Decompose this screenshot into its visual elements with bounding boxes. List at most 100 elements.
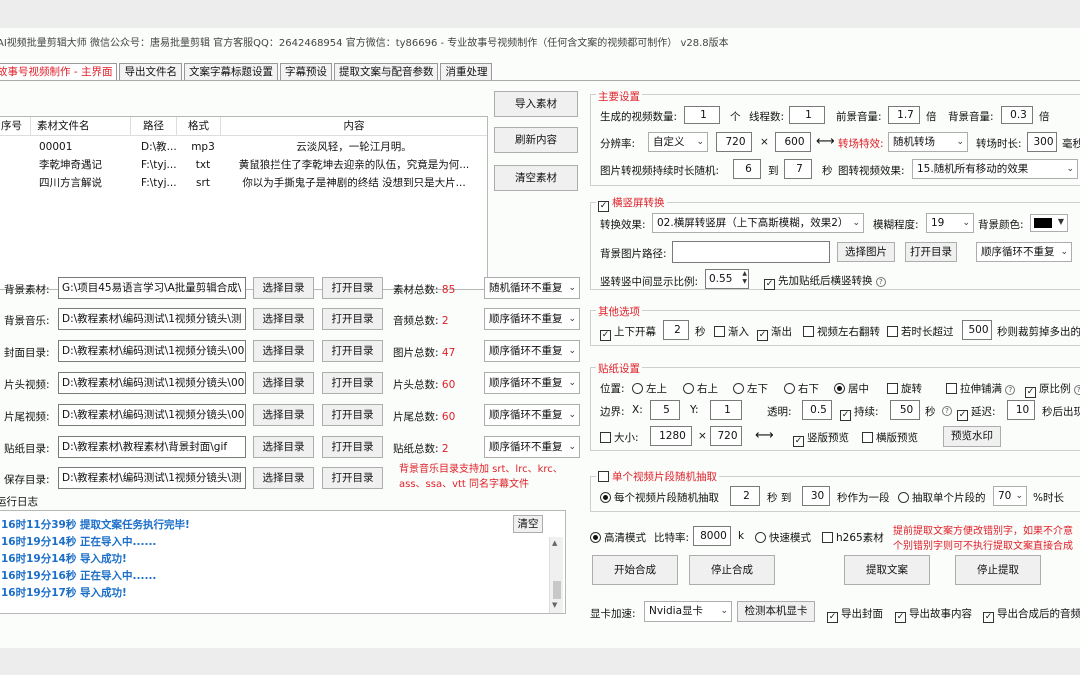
h265-checkbox[interactable]: h265素材 [822,530,884,545]
height-input[interactable]: 600 [775,132,811,152]
select-image-button[interactable]: 选择图片 [837,242,895,262]
clip-min-input[interactable]: 2 [730,486,760,506]
fast-mode-radio[interactable]: 快速模式 [755,530,811,545]
help-icon[interactable]: ? [1005,385,1016,395]
open-dir-button[interactable]: 打开目录 [322,308,383,330]
stop-render-button[interactable]: 停止合成 [689,555,775,585]
clip-percent-select[interactable]: 70 ⌄ [993,486,1027,506]
blur-select[interactable]: 19 ⌄ [926,213,974,233]
open-dir-button[interactable]: 打开目录 [322,436,383,458]
delay-input[interactable]: 10 [1007,400,1035,420]
keep-ratio-checkbox[interactable]: ✓原比例 ? [1025,381,1080,398]
select-dir-button[interactable]: 选择目录 [253,467,314,489]
select-dir-button[interactable]: 选择目录 [253,404,314,426]
gpu-select[interactable]: Nvidia显卡 ⌄ [644,601,732,622]
help-icon[interactable]: ? [942,404,952,416]
hq-mode-radio[interactable]: 高清模式 [590,530,646,545]
stop-extract-button[interactable]: 停止提取 [955,555,1041,585]
alpha-input[interactable]: 0.5 [802,400,832,420]
bg-image-order-select[interactable]: 顺序循环不重复 ⌄ [976,242,1072,262]
clip-extract-toggle[interactable]: 单个视频片段随机抽取 [596,469,719,484]
image-duration-min[interactable]: 6 [733,159,761,179]
width-input[interactable]: 720 [716,132,752,152]
clip-mode-random-radio[interactable]: 每个视频片段随机抽取 [600,490,719,505]
duration-input[interactable]: 50 [890,400,920,420]
clear-material-button[interactable]: 清空素材 [494,165,578,191]
order-select[interactable]: 顺序循环不重复 ⌄ [484,340,580,362]
dir-path-input[interactable]: D:\教程素材\编码测试\1视频分镜头\测 [58,308,246,330]
dir-path-input[interactable]: D:\教程素材\编码测试\1视频分镜头\00 [58,372,246,394]
display-ratio-input[interactable]: 0.55 ▲ ▼ [705,269,749,289]
tab-export-filename[interactable]: 导出文件名 [119,63,182,81]
clip-mode-percent-radio[interactable]: 抽取单个片段的 [898,490,986,505]
order-select[interactable]: 顺序循环不重复 ⌄ [484,404,580,426]
image-duration-max[interactable]: 7 [784,159,812,179]
pos-top-left-radio[interactable]: 左上 [632,381,667,396]
log-scrollbar[interactable]: ▲ ▼ [549,537,563,613]
sticker-first-checkbox[interactable]: ✓ 先加贴纸后横竖转换 ? [764,273,886,290]
transition-duration-input[interactable]: 300 [1027,132,1057,152]
open-dir-button[interactable]: 打开目录 [322,467,383,489]
horizontal-preview-checkbox[interactable]: 横版预览 [862,430,918,445]
scroll-thumb[interactable] [553,581,561,599]
hv-convert-toggle[interactable]: ✓ 横竖屏转换 [596,195,667,212]
sticker-width-input[interactable]: 1280 [650,426,692,446]
tab-main[interactable]: 故事号视频制作 - 主界面 [0,63,118,81]
size-checkbox[interactable]: 大小: [600,430,639,445]
spin-icon[interactable]: ▲ ▼ [742,270,747,286]
resolution-select[interactable]: 自定义 ⌄ [648,132,708,152]
material-table[interactable]: 序号 素材文件名 路径 格式 内容 00001 D:\教... mp3 云淡风轻… [0,116,488,290]
export-audio-checkbox[interactable]: ✓ 导出合成后的音频 [983,606,1080,623]
flip-checkbox[interactable]: 视频左右翻转 [803,324,880,339]
preview-watermark-button[interactable]: 预览水印 [943,426,1001,447]
fade-out-checkbox[interactable]: ✓ 渐出 [757,324,792,341]
dir-path-input[interactable]: G:\项目45易语言学习\A批量剪辑合成\ [58,277,246,299]
swap-icon[interactable]: ⟷ [816,134,835,149]
open-dir-button[interactable]: 打开目录 [322,404,383,426]
start-render-button[interactable]: 开始合成 [592,555,678,585]
pos-bottom-right-radio[interactable]: 右下 [784,381,819,396]
pos-top-right-radio[interactable]: 右上 [683,381,718,396]
log-panel[interactable]: 16时11分39秒 提取文案任务执行完毕! 16时19分14秒 正在导入中...… [0,510,566,614]
select-dir-button[interactable]: 选择目录 [253,277,314,299]
dir-path-input[interactable]: D:\教程素材\编码测试\1视频分镜头\00 [58,340,246,362]
detect-gpu-button[interactable]: 检测本机显卡 [737,601,815,622]
select-dir-button[interactable]: 选择目录 [253,340,314,362]
order-select[interactable]: 顺序循环不重复 ⌄ [484,436,580,458]
select-dir-button[interactable]: 选择目录 [253,436,314,458]
order-select[interactable]: 顺序循环不重复 ⌄ [484,372,580,394]
dir-path-input[interactable]: D:\教程素材\编码测试\1视频分镜头\00 [58,404,246,426]
clip-max-input[interactable]: 30 [802,486,830,506]
open-dir-button[interactable]: 打开目录 [322,277,383,299]
tab-subtitle-title[interactable]: 文案字幕标题设置 [183,63,278,81]
extract-text-button[interactable]: 提取文案 [844,555,930,585]
video-count-input[interactable]: 1 [684,106,720,124]
dir-path-input[interactable]: D:\教程素材\编码测试\1视频分镜头\测 [58,467,246,489]
help-icon[interactable]: ? [875,277,886,287]
clear-log-button[interactable]: 清空 [513,515,543,533]
fade-open-input[interactable]: 2 [663,320,689,340]
trim-input[interactable]: 500 [962,320,992,340]
stretch-checkbox[interactable]: 拉伸铺满 ? [946,381,1016,396]
refresh-button[interactable]: 刷新内容 [494,127,578,153]
tab-subtitle-preset[interactable]: 字幕预设 [279,63,332,81]
open-dir-button[interactable]: 打开目录 [322,340,383,362]
threads-input[interactable]: 1 [789,106,825,124]
y-input[interactable]: 1 [710,400,742,420]
trim-checkbox[interactable]: 若时长超过 [887,324,954,339]
select-dir-button[interactable]: 选择目录 [253,372,314,394]
image-effect-select[interactable]: 15.随机所有移动的效果 ⌄ [912,159,1078,179]
bg-volume-input[interactable]: 0.3 [1001,106,1033,124]
bg-image-input[interactable] [672,241,830,263]
x-input[interactable]: 5 [650,400,680,420]
dir-path-input[interactable]: D:\教程素材\教程素材\背景封面\gif [58,436,246,458]
export-cover-checkbox[interactable]: ✓ 导出封面 [827,606,883,623]
swap-icon[interactable]: ⟷ [755,428,774,443]
tab-dedup[interactable]: 消重处理 [440,63,493,81]
tab-extract-voice[interactable]: 提取文案与配音参数 [333,63,439,81]
transition-select[interactable]: 随机转场 ⌄ [888,132,968,152]
help-icon[interactable]: ? [1073,385,1080,395]
export-story-checkbox[interactable]: ✓ 导出故事内容 [895,606,972,623]
order-select[interactable]: 顺序循环不重复 ⌄ [484,308,580,330]
pos-center-radio[interactable]: 居中 [834,381,869,396]
